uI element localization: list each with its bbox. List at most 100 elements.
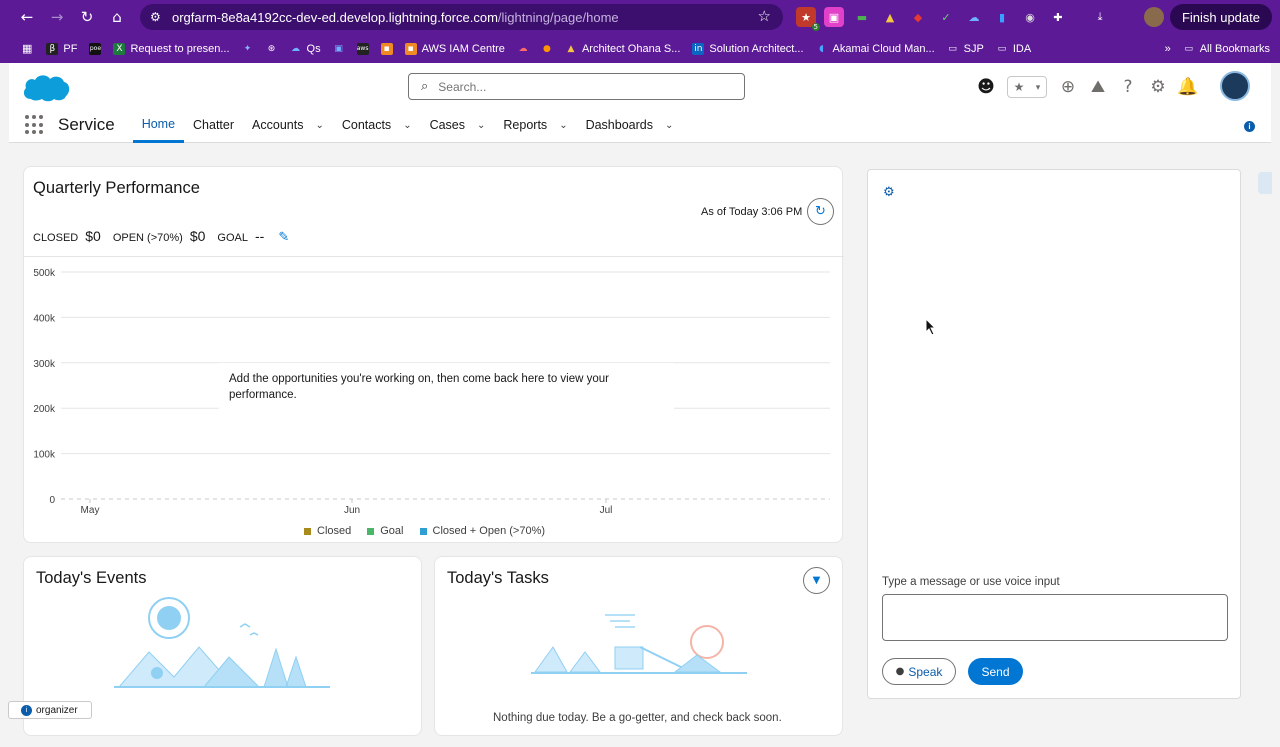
nav-tab-chatter[interactable]: Chatter: [184, 107, 243, 143]
chevron-down-icon[interactable]: ⌄: [403, 120, 411, 131]
bookmark-item[interactable]: ▣: [333, 43, 345, 55]
more-bookmarks-icon[interactable]: »: [1165, 43, 1171, 55]
settings-gear-icon[interactable]: ⚙: [883, 185, 895, 200]
finish-update-button[interactable]: Finish update: [1169, 4, 1272, 30]
goal-label: GOAL: [217, 232, 248, 244]
extension-icon[interactable]: ▬: [852, 7, 872, 27]
open-label: OPEN (>70%): [112, 232, 183, 244]
chat-message-input[interactable]: [882, 594, 1228, 641]
extension-icon[interactable]: ▣: [824, 7, 844, 27]
einstein-icon[interactable]: ☻: [971, 75, 1001, 99]
chevron-down-icon[interactable]: ⌄: [665, 120, 673, 131]
legend-item-closed-open[interactable]: Closed + Open (>70%): [419, 525, 545, 537]
bookmark-folder[interactable]: ▭ IDA: [996, 43, 1032, 55]
card-title: Today's Tasks: [447, 569, 549, 587]
bookmark-item[interactable]: ☁ Qs: [290, 43, 321, 55]
y-tick-label: 0: [49, 495, 55, 506]
chart-legend: Closed Goal Closed + Open (>70%): [304, 525, 545, 537]
bookmark-item[interactable]: ▪ AWS IAM Centre: [404, 42, 505, 55]
bookmark-item[interactable]: in Solution Architect...: [692, 42, 804, 55]
linkedin-icon: in: [692, 42, 705, 55]
gemini-icon: ✦: [243, 43, 252, 54]
chevron-down-icon[interactable]: ⌄: [315, 120, 323, 131]
user-avatar[interactable]: [1220, 71, 1250, 101]
bookmark-item[interactable]: aws: [356, 42, 369, 55]
all-bookmarks-folder[interactable]: ▭ All Bookmarks: [1183, 43, 1270, 55]
camera-icon[interactable]: ◉: [1020, 7, 1040, 27]
nav-tab-accounts[interactable]: Accounts ⌄: [243, 107, 333, 143]
download-icon[interactable]: ⤓: [1090, 7, 1110, 27]
cloud-icon: ☁: [518, 43, 528, 54]
nav-tab-reports[interactable]: Reports ⌄: [494, 107, 576, 143]
bookmark-star-icon[interactable]: ☆: [758, 7, 771, 25]
address-bar[interactable]: ⚙ orgfarm-8e8a4192cc-dev-ed.develop.ligh…: [140, 4, 783, 30]
global-search[interactable]: ⌕: [408, 73, 745, 100]
nav-tab-home[interactable]: Home: [132, 107, 185, 143]
site-settings-icon[interactable]: ⚙: [150, 10, 168, 24]
bookmarks-bar: ▦ β PF poe X Request to presen... ✦ ⊛ ☁ Qs …: [0, 34, 1280, 63]
chat-panel: ⚙ Type a message or use voice input ● Sp…: [867, 169, 1241, 699]
bookmark-item[interactable]: ☁: [517, 43, 529, 55]
bookmark-item[interactable]: ◖ Akamai Cloud Man...: [816, 43, 934, 55]
chevron-down-icon[interactable]: ⌄: [477, 120, 485, 131]
extension-icon[interactable]: ✓: [936, 7, 956, 27]
back-icon[interactable]: ←: [14, 4, 40, 30]
header-utility-icons: ☻ ★ ▾ ⊕ ⛰ ? ⚙ 🔔: [971, 75, 1203, 99]
search-input[interactable]: [438, 79, 719, 94]
bookmark-item[interactable]: poe: [89, 42, 102, 55]
notifications-bell-icon[interactable]: 🔔: [1173, 75, 1203, 99]
app-navigation: Service Home Chatter Accounts ⌄ Contacts ⌄…: [9, 107, 1271, 143]
bookmark-item[interactable]: ✦: [242, 43, 254, 55]
puzzle-icon[interactable]: ✚: [1048, 7, 1068, 27]
extension-icon[interactable]: ▮: [992, 7, 1012, 27]
nav-tab-contacts[interactable]: Contacts ⌄: [333, 107, 421, 143]
favorites-group[interactable]: ★ ▾: [1007, 76, 1047, 98]
legend-item-closed[interactable]: Closed: [304, 525, 351, 537]
bookmark-item[interactable]: X Request to presen...: [113, 42, 230, 55]
send-button[interactable]: Send: [968, 658, 1023, 685]
edit-goal-pencil-icon[interactable]: ✎: [278, 230, 289, 245]
organizer-widget[interactable]: i organizer: [8, 701, 92, 719]
bookmark-item[interactable]: β PF: [46, 42, 77, 55]
legend-item-goal[interactable]: Goal: [367, 525, 404, 537]
aws-icon: aws: [356, 42, 369, 55]
bookmark-item[interactable]: ▲ Architect Ohana S...: [565, 43, 680, 55]
info-icon[interactable]: i: [1244, 121, 1255, 132]
card-title: Quarterly Performance: [33, 179, 200, 197]
profile-avatar[interactable]: [1144, 7, 1164, 27]
drive-icon[interactable]: ▲: [880, 7, 900, 27]
chevron-down-icon[interactable]: ⌄: [559, 120, 567, 131]
bookmark-item[interactable]: ▪: [380, 42, 393, 55]
global-actions-icon[interactable]: ⊕: [1053, 75, 1083, 99]
salesforce-logo[interactable]: [21, 71, 71, 105]
extension-icon[interactable]: ★ 5: [796, 7, 820, 31]
folder-icon: ▭: [1184, 43, 1193, 54]
reload-icon[interactable]: ↻: [74, 4, 100, 30]
bookmark-folder[interactable]: ▭ SJP: [947, 43, 983, 55]
nav-tab-dashboards[interactable]: Dashboards ⌄: [577, 107, 683, 143]
refresh-button[interactable]: ↻: [807, 198, 834, 225]
help-icon[interactable]: ?: [1113, 75, 1143, 99]
side-panel-toggle[interactable]: [1258, 172, 1272, 194]
bookmark-item[interactable]: ⊛: [266, 43, 278, 55]
speak-button[interactable]: ● Speak: [882, 658, 956, 685]
salesforce-cloud-icon[interactable]: ☁: [964, 7, 984, 27]
favorites-star-icon[interactable]: ★: [1014, 80, 1025, 94]
tasks-dropdown-button[interactable]: ▼: [803, 567, 830, 594]
apps-grid-icon[interactable]: ▦: [22, 42, 32, 55]
url-text[interactable]: orgfarm-8e8a4192cc-dev-ed.develop.lightn…: [172, 10, 619, 25]
favorites-dropdown-icon[interactable]: ▾: [1036, 82, 1041, 93]
trailhead-icon[interactable]: ⛰: [1083, 75, 1113, 99]
setup-gear-icon[interactable]: ⚙: [1143, 75, 1173, 99]
y-tick-label: 200k: [33, 404, 56, 415]
y-tick-label: 100k: [33, 450, 56, 461]
folder-icon: ▭: [948, 43, 957, 54]
home-icon[interactable]: ⌂: [104, 4, 130, 30]
nav-tab-cases[interactable]: Cases ⌄: [421, 107, 495, 143]
goal-value: --: [254, 228, 265, 244]
extension-icon[interactable]: ◆: [908, 7, 928, 27]
bookmark-item[interactable]: ●: [541, 43, 553, 55]
organizer-icon: i: [21, 704, 32, 716]
forward-icon[interactable]: →: [44, 4, 70, 30]
app-launcher-icon[interactable]: [25, 115, 45, 135]
